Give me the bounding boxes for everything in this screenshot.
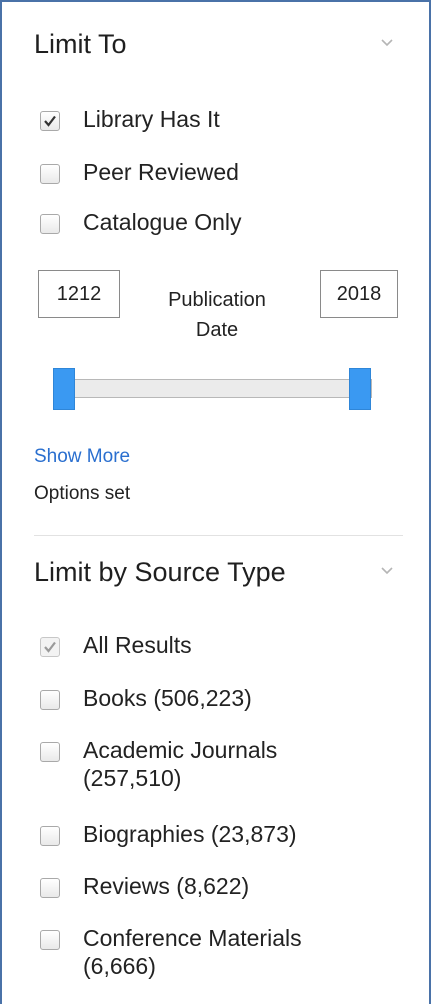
publication-date-from-input[interactable]: 1212 (38, 270, 120, 318)
checkbox[interactable] (40, 742, 60, 762)
checkbox-label: Books (506,223) (83, 685, 252, 711)
checkbox[interactable] (40, 214, 60, 234)
checkbox-label: Reviews (8,622) (83, 873, 250, 899)
checkbox-label-line1: Academic Journals (83, 737, 278, 763)
source-academic-journals[interactable]: Academic Journals (257,510) (40, 736, 277, 792)
checkbox[interactable] (40, 111, 60, 131)
checkbox-label: All Results (83, 632, 192, 658)
limit-peer-reviewed[interactable]: Peer Reviewed (40, 158, 239, 186)
publication-date-to-input[interactable]: 2018 (320, 270, 398, 318)
checkbox[interactable] (40, 826, 60, 846)
checkbox-label-line1: Conference Materials (83, 925, 302, 951)
source-all-results[interactable]: All Results (40, 631, 192, 659)
limit-catalogue-only[interactable]: Catalogue Only (40, 208, 242, 236)
source-type-title: Limit by Source Type (34, 557, 286, 587)
section-divider (34, 535, 403, 536)
checkbox-label: Conference Materials (6,666) (83, 924, 302, 980)
source-reviews[interactable]: Reviews (8,622) (40, 872, 249, 900)
checkbox[interactable] (40, 878, 60, 898)
checkbox-label: Peer Reviewed (83, 159, 239, 185)
show-more-link[interactable]: Show More (34, 446, 130, 468)
checkbox-label: Academic Journals (257,510) (83, 736, 277, 792)
source-biographies[interactable]: Biographies (23,873) (40, 820, 297, 848)
publication-date-label-line1: Publication (168, 289, 266, 311)
checkbox-label: Biographies (23,873) (83, 821, 297, 847)
limit-library-has-it[interactable]: Library Has It (40, 105, 220, 133)
date-range-slider-handle-min[interactable] (53, 368, 75, 410)
checkbox-label: Catalogue Only (83, 209, 242, 235)
publication-date-label-line2: Date (195, 319, 239, 341)
source-books[interactable]: Books (506,223) (40, 684, 252, 712)
checkbox-label-line2: (257,510) (83, 765, 182, 791)
date-range-slider-handle-max[interactable] (349, 368, 371, 410)
checkbox[interactable] (40, 164, 60, 184)
checkbox[interactable] (40, 637, 60, 657)
options-set-status: Options set (34, 483, 131, 504)
checkbox-label-line2: (6,666) (83, 953, 156, 979)
checkbox[interactable] (40, 930, 60, 950)
checkmark-icon (44, 641, 56, 653)
chevron-down-icon[interactable] (379, 38, 395, 48)
limit-to-title: Limit To (34, 29, 127, 59)
filter-panel: Limit To Library Has It Peer Reviewed Ca… (0, 0, 431, 1004)
checkmark-icon (44, 115, 56, 127)
checkbox[interactable] (40, 690, 60, 710)
date-range-slider-track[interactable] (57, 379, 372, 398)
checkbox-label: Library Has It (83, 106, 220, 132)
publication-date-label: Publication Date (142, 285, 292, 345)
chevron-down-icon[interactable] (379, 566, 395, 576)
source-conference-materials[interactable]: Conference Materials (6,666) (40, 924, 302, 980)
